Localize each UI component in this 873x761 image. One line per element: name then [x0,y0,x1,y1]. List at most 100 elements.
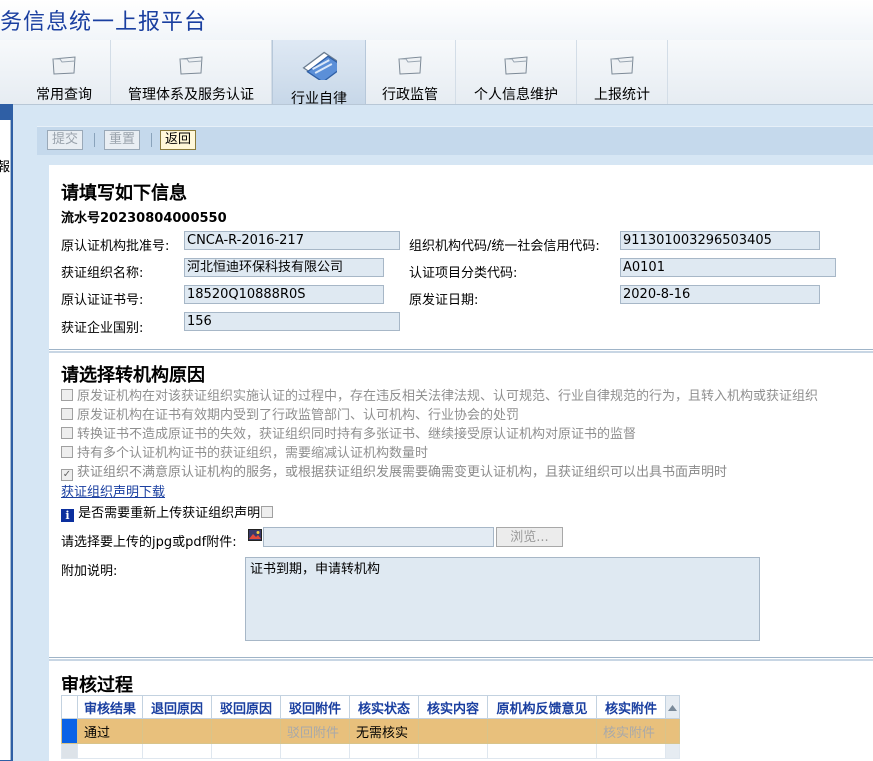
folder-icon [398,56,422,75]
reason-option[interactable]: 原发证机构在证书有效期内受到了行政监管部门、认可机构、行业协会的处罚 [61,404,519,423]
back-button[interactable]: 返回 [160,130,197,150]
reason-text: 原发证机构在对该获证组织实施认证的过程中，存在违反相关法律法规、认可规范、行业自… [77,389,819,404]
table-cell [349,743,420,759]
folder-icon [52,56,76,75]
left-panel: 報 [0,120,11,760]
checkbox-checked[interactable]: ✓ [61,469,73,481]
table-cell: 无需核实 [349,718,420,744]
app-header: 务信息统一上报平台 [0,0,873,41]
country-label: 获证企业国别: [61,321,144,336]
toolbar-divider [94,133,95,147]
approval-label: 原认证机构批准号: [61,239,170,254]
row-marker[interactable] [61,718,78,744]
browse-button[interactable]: 浏览... [496,527,563,547]
tab-label: 行业自律 [291,91,347,107]
tab-label: 个人信息维护 [474,87,558,103]
tab-label: 上报统计 [594,87,650,103]
reupload-checkbox[interactable] [261,506,274,518]
left-panel-text: 報 [0,160,10,176]
checkbox[interactable] [61,408,73,420]
table-cell [142,718,213,744]
column-header[interactable]: 核实状态 [349,695,420,719]
org-name-label: 获证组织名称: [61,266,144,281]
table-cell: 通过 [76,718,144,744]
reason-option[interactable]: ✓ 获证组织不满意原认证机构的服务，或根据获证组织发展需要确需变更认证机构，且获证… [61,461,727,481]
tab-management-cert[interactable]: 管理体系及服务认证 [111,40,272,104]
org-code-label: 组织机构代码/统一社会信用代码: [409,239,600,254]
table-header-row: 审核结果 退回原因 驳回原因 驳回附件 核实状态 核实内容 原机构反馈意见 核实… [61,695,681,719]
checkbox[interactable] [61,427,73,439]
verify-attachment-link[interactable]: 核实附件 [596,718,667,744]
toolbar-divider [151,133,152,147]
table-cell [487,718,598,744]
upload-label: 请选择要上传的jpg或pdf附件: [61,535,237,550]
table-cell [280,743,351,759]
column-header[interactable]: 驳回附件 [280,695,351,719]
reset-button[interactable]: 重置 [104,130,141,150]
review-section-title: 审核过程 [61,675,133,696]
table-cell [76,743,144,759]
remark-textarea[interactable]: 证书到期，申请转机构 [245,557,760,641]
info-icon: i [61,509,74,522]
column-header[interactable]: 退回原因 [142,695,213,719]
tab-label: 行政监管 [382,87,438,103]
reason-text: 持有多个认证机构证书的获证组织，需要缩减认证机构数量时 [77,446,429,461]
table-row-empty [61,743,681,759]
table-cell [487,743,598,759]
country-field[interactable]: 156 [184,312,400,331]
row-marker [61,743,78,759]
tab-label: 管理体系及服务认证 [128,87,254,103]
submit-button[interactable]: 提交 [47,130,84,150]
table-cell [142,743,213,759]
reasons-section-title: 请选择转机构原因 [61,365,205,386]
column-header[interactable]: 驳回原因 [211,695,282,719]
declaration-download-link[interactable]: 获证组织声明下载 [61,481,165,500]
issue-date-label: 原发证日期: [409,293,479,308]
section-divider [49,657,873,658]
section-divider [49,659,873,661]
left-sidebar: 報 [0,104,13,761]
review-table: 审核结果 退回原因 驳回原因 驳回附件 核实状态 核实内容 原机构反馈意见 核实… [61,695,681,759]
folder-icon [504,56,528,75]
image-icon [248,529,262,541]
column-header[interactable]: 审核结果 [76,695,144,719]
category-label: 认证项目分类代码: [409,266,518,281]
tab-admin-supervision[interactable]: 行政监管 [365,40,456,104]
reason-text: 转换证书不造成原证书的失效，获证组织同时持有多张证书、继续接受原认证机构对原证书… [77,427,637,442]
scrollbar-track[interactable] [665,718,681,744]
issue-date-field[interactable]: 2020-8-16 [620,285,820,304]
file-path-input[interactable] [263,527,494,547]
org-name-field[interactable]: 河北恒迪环保科技有限公司 [184,258,384,277]
serial-number: 流水号20230804000550 [61,211,227,226]
org-code-field[interactable]: 911301003296503405 [620,231,820,250]
folder-icon [179,56,203,75]
tab-personal-info[interactable]: 个人信息维护 [456,40,577,104]
reason-option[interactable]: 持有多个认证机构证书的获证组织，需要缩减认证机构数量时 [61,442,428,461]
arrow-up-icon [668,704,678,711]
action-toolbar: 提交 重置 返回 [37,126,873,155]
cert-no-field[interactable]: 18520Q10888R0S [184,285,384,304]
checkbox[interactable] [61,389,73,401]
reason-option[interactable]: 原发证机构在对该获证组织实施认证的过程中，存在违反相关法律法规、认可规范、行业自… [61,385,818,404]
table-cell [211,743,282,759]
tab-label: 常用查询 [36,87,92,103]
column-header[interactable]: 核实附件 [596,695,667,719]
reason-option[interactable]: 转换证书不造成原证书的失效，获证组织同时持有多张证书、继续接受原认证机构对原证书… [61,423,636,442]
column-header[interactable]: 核实内容 [418,695,489,719]
documents-icon [302,51,337,80]
tab-report-stats[interactable]: 上报统计 [577,40,668,104]
tab-industry-self-discipline[interactable]: 行业自律 [272,40,366,107]
category-field[interactable]: A0101 [620,258,836,277]
reason-text: 原发证机构在证书有效期内受到了行政监管部门、认可机构、行业协会的处罚 [77,408,520,423]
checkbox[interactable] [61,446,73,458]
reject-attachment-link[interactable]: 驳回附件 [280,718,351,744]
approval-field[interactable]: CNCA-R-2016-217 [184,231,400,250]
section-divider [49,351,873,353]
scrollbar-top[interactable] [665,695,681,719]
reupload-row: i 是否需要重新上传获证组织声明 [61,502,274,522]
table-row[interactable]: 通过 驳回附件 无需核实 核实附件 [61,718,681,744]
form-panel: 请填写如下信息 流水号20230804000550 原认证机构批准号: CNCA… [49,165,873,761]
tab-common-query[interactable]: 常用查询 [18,40,111,104]
scrollbar-track[interactable] [665,743,681,759]
column-header[interactable]: 原机构反馈意见 [487,695,598,719]
